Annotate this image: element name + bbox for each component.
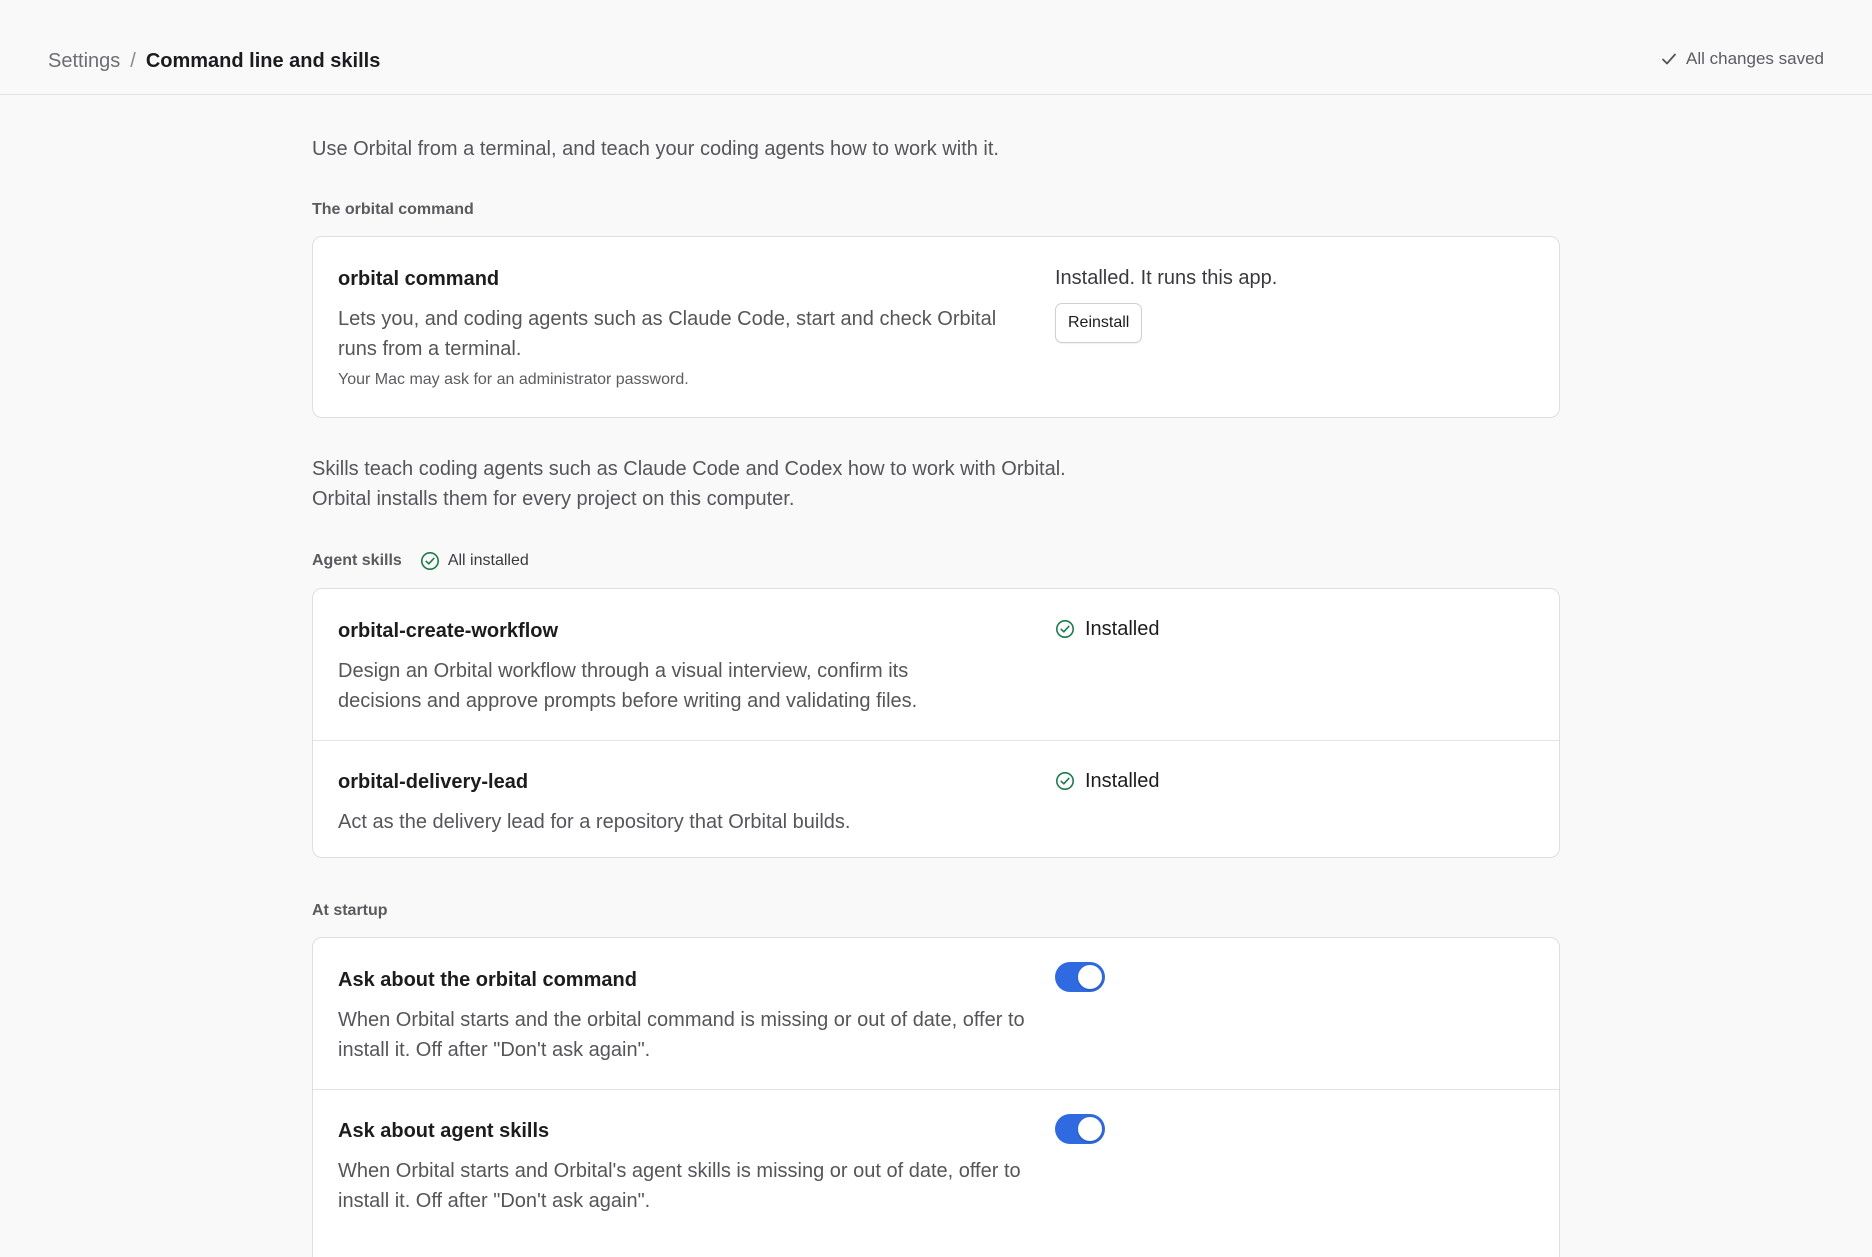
ask-agent-skills-toggle[interactable] — [1055, 1114, 1105, 1144]
section-label-at-startup: At startup — [312, 902, 388, 919]
orbital-command-status-col: Installed. It runs this app. Reinstall — [1055, 265, 1277, 343]
all-installed-text: All installed — [447, 552, 529, 569]
orbital-command-row: orbital command Lets you, and coding age… — [313, 237, 1559, 417]
check-circle-icon — [1056, 620, 1074, 638]
orbital-command-status: Installed. It runs this app. — [1055, 267, 1278, 289]
checkmark-icon — [1662, 53, 1676, 65]
save-status-text: All changes saved — [1686, 49, 1824, 68]
check-circle-icon — [420, 552, 439, 570]
check-circle-icon — [1056, 772, 1074, 790]
skill-row-create-workflow: orbital-create-workflow Design an Orbita… — [313, 589, 1559, 740]
section-label-agent-skills: Agent skills — [312, 552, 402, 569]
startup-option-description: When Orbital starts and the orbital comm… — [338, 1009, 1025, 1061]
skills-intro-line-1: Skills teach coding agents such as Claud… — [312, 458, 1066, 480]
toggle-wrap — [1055, 962, 1105, 992]
toggle-knob — [1078, 1117, 1102, 1141]
skill-name: orbital-create-workflow — [338, 620, 559, 642]
page-title: Command line and skills — [145, 50, 381, 72]
orbital-command-title: orbital command — [338, 268, 500, 290]
breadcrumb-separator: / — [130, 50, 136, 72]
skill-description: Act as the delivery lead for a repositor… — [338, 811, 851, 833]
orbital-command-description: Lets you, and coding agents such as Clau… — [338, 308, 997, 360]
agent-skills-header: Agent skills All installed — [312, 551, 529, 571]
top-bar: Settings / Command line and skills All c… — [0, 0, 1872, 95]
section-label-orbital-command: The orbital command — [312, 201, 474, 218]
reinstall-button[interactable]: Reinstall — [1055, 303, 1143, 343]
skill-description: Design an Orbital workflow through a vis… — [338, 660, 918, 712]
orbital-command-note: Your Mac may ask for an administrator pa… — [338, 371, 689, 388]
toggle-wrap — [1055, 1114, 1105, 1144]
startup-row-orbital-command: Ask about the orbital command When Orbit… — [313, 938, 1559, 1089]
save-status: All changes saved — [1660, 48, 1824, 70]
skill-status-text: Installed — [1085, 770, 1160, 792]
skill-status-text: Installed — [1085, 618, 1160, 640]
skill-status: Installed — [1055, 768, 1160, 794]
skill-name: orbital-delivery-lead — [338, 771, 529, 793]
startup-option-description: When Orbital starts and Orbital's agent … — [338, 1160, 1021, 1212]
page-intro: Use Orbital from a terminal, and teach y… — [312, 138, 999, 160]
skills-intro-line-2: Orbital installs them for every project … — [312, 488, 795, 510]
ask-orbital-command-toggle[interactable] — [1055, 962, 1105, 992]
breadcrumb: Settings / Command line and skills — [48, 48, 380, 74]
agent-skills-card: orbital-create-workflow Design an Orbita… — [312, 588, 1560, 858]
skills-intro: Skills teach coding agents such as Claud… — [312, 454, 1066, 514]
skill-row-delivery-lead: orbital-delivery-lead Act as the deliver… — [313, 740, 1559, 857]
breadcrumb-settings-link[interactable]: Settings — [48, 48, 120, 74]
orbital-command-card: orbital command Lets you, and coding age… — [312, 236, 1560, 418]
startup-option-title: Ask about the orbital command — [338, 969, 637, 991]
startup-option-title: Ask about agent skills — [338, 1120, 550, 1142]
skill-status: Installed — [1055, 616, 1160, 642]
toggle-knob — [1078, 965, 1102, 989]
all-installed-badge: All installed — [420, 551, 529, 571]
at-startup-card: Ask about the orbital command When Orbit… — [312, 937, 1560, 1257]
startup-row-agent-skills: Ask about agent skills When Orbital star… — [313, 1089, 1559, 1257]
